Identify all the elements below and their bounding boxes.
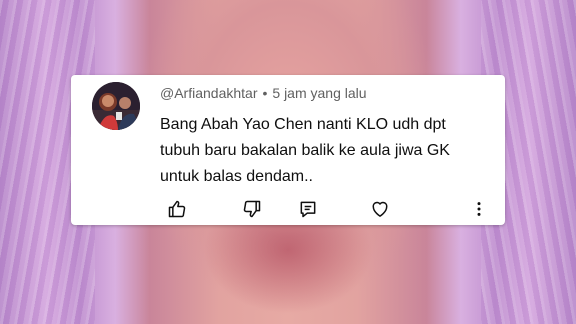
thumbs-up-icon [168,200,186,218]
avatar-photo [92,82,140,130]
comment-line: Bang Abah Yao Chen nanti KLO udh dpt [160,116,446,133]
username[interactable]: @Arfiandakhtar [160,85,257,101]
avatar[interactable] [92,82,140,130]
timestamp: 5 jam yang lalu [272,85,367,101]
reply-comment-icon [300,201,316,218]
like-button[interactable] [165,197,189,221]
more-options-button[interactable] [467,197,491,221]
heart-icon [372,201,388,217]
more-vertical-icon [477,202,481,216]
dislike-button[interactable] [240,197,264,221]
comment-header: @Arfiandakhtar • 5 jam yang lalu [160,85,367,101]
comment-text: Bang Abah Yao Chen nanti KLO udh dpt tub… [160,112,490,190]
comment-line: tubuh baru bakalan balik ke aula jiwa GK [160,142,450,159]
comment-line: untuk balas dendam.. [160,168,313,185]
comment-actions [71,197,505,221]
header-separator: • [262,85,268,101]
reply-button[interactable] [296,197,320,221]
comment-card: @Arfiandakhtar • 5 jam yang lalu Bang Abah… [71,75,505,225]
heart-button[interactable] [368,197,392,221]
thumbs-down-icon [243,200,261,218]
